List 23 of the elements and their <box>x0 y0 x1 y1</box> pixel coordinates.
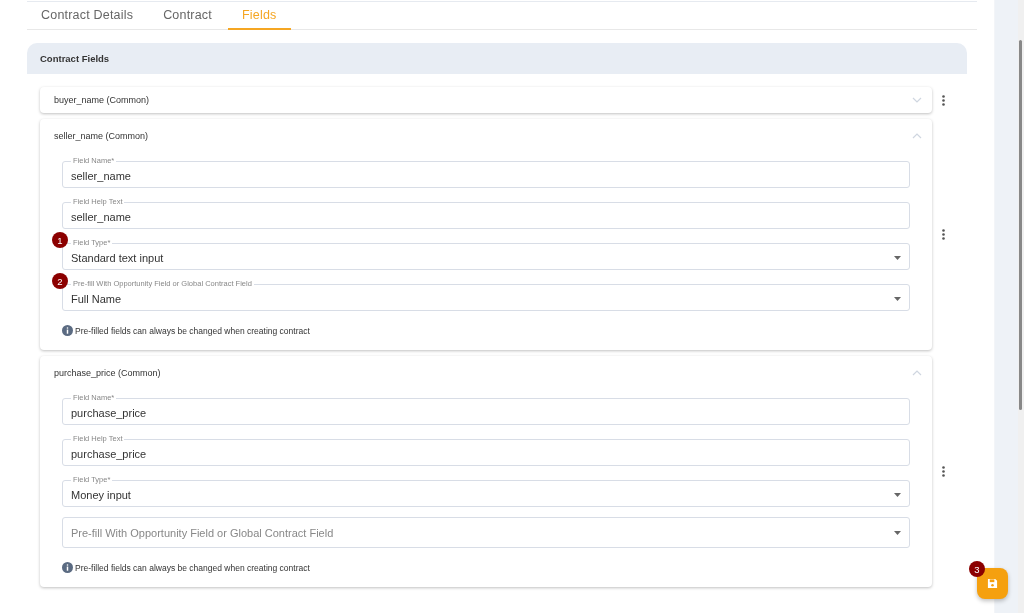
help-note: Pre-filled fields can always be changed when creating contract <box>75 562 310 573</box>
step-marker: 2 <box>52 273 68 289</box>
dropdown-caret-icon[interactable] <box>894 256 901 260</box>
scrollbar-thumb[interactable] <box>1019 40 1022 410</box>
info-icon <box>62 325 73 336</box>
accordion-title[interactable]: buyer_name (Common) <box>54 95 150 105</box>
dropdown-caret-icon[interactable] <box>894 297 901 301</box>
tab[interactable]: Contract <box>149 2 226 30</box>
accordion-title[interactable]: seller_name (Common) <box>54 131 149 141</box>
more-options-icon[interactable] <box>941 94 945 106</box>
save-button[interactable] <box>977 568 1008 599</box>
card-title: Contract Fields <box>40 53 110 64</box>
select-field[interactable]: Pre-fill With Opportunity Field or Global Contract Field <box>62 517 910 548</box>
info-icon <box>62 562 73 573</box>
dropdown-caret-icon[interactable] <box>894 493 901 497</box>
more-options-icon[interactable] <box>941 466 945 477</box>
step-marker: 1 <box>52 232 68 248</box>
step-marker: 3 <box>969 561 985 577</box>
accordion-title[interactable]: purchase_price (Common) <box>54 368 161 378</box>
dropdown-caret-icon[interactable] <box>894 530 901 535</box>
tab[interactable]: Contract Details <box>27 2 148 30</box>
more-options-icon[interactable] <box>941 229 945 240</box>
help-note: Pre-filled fields can always be changed when creating contract <box>75 325 310 336</box>
